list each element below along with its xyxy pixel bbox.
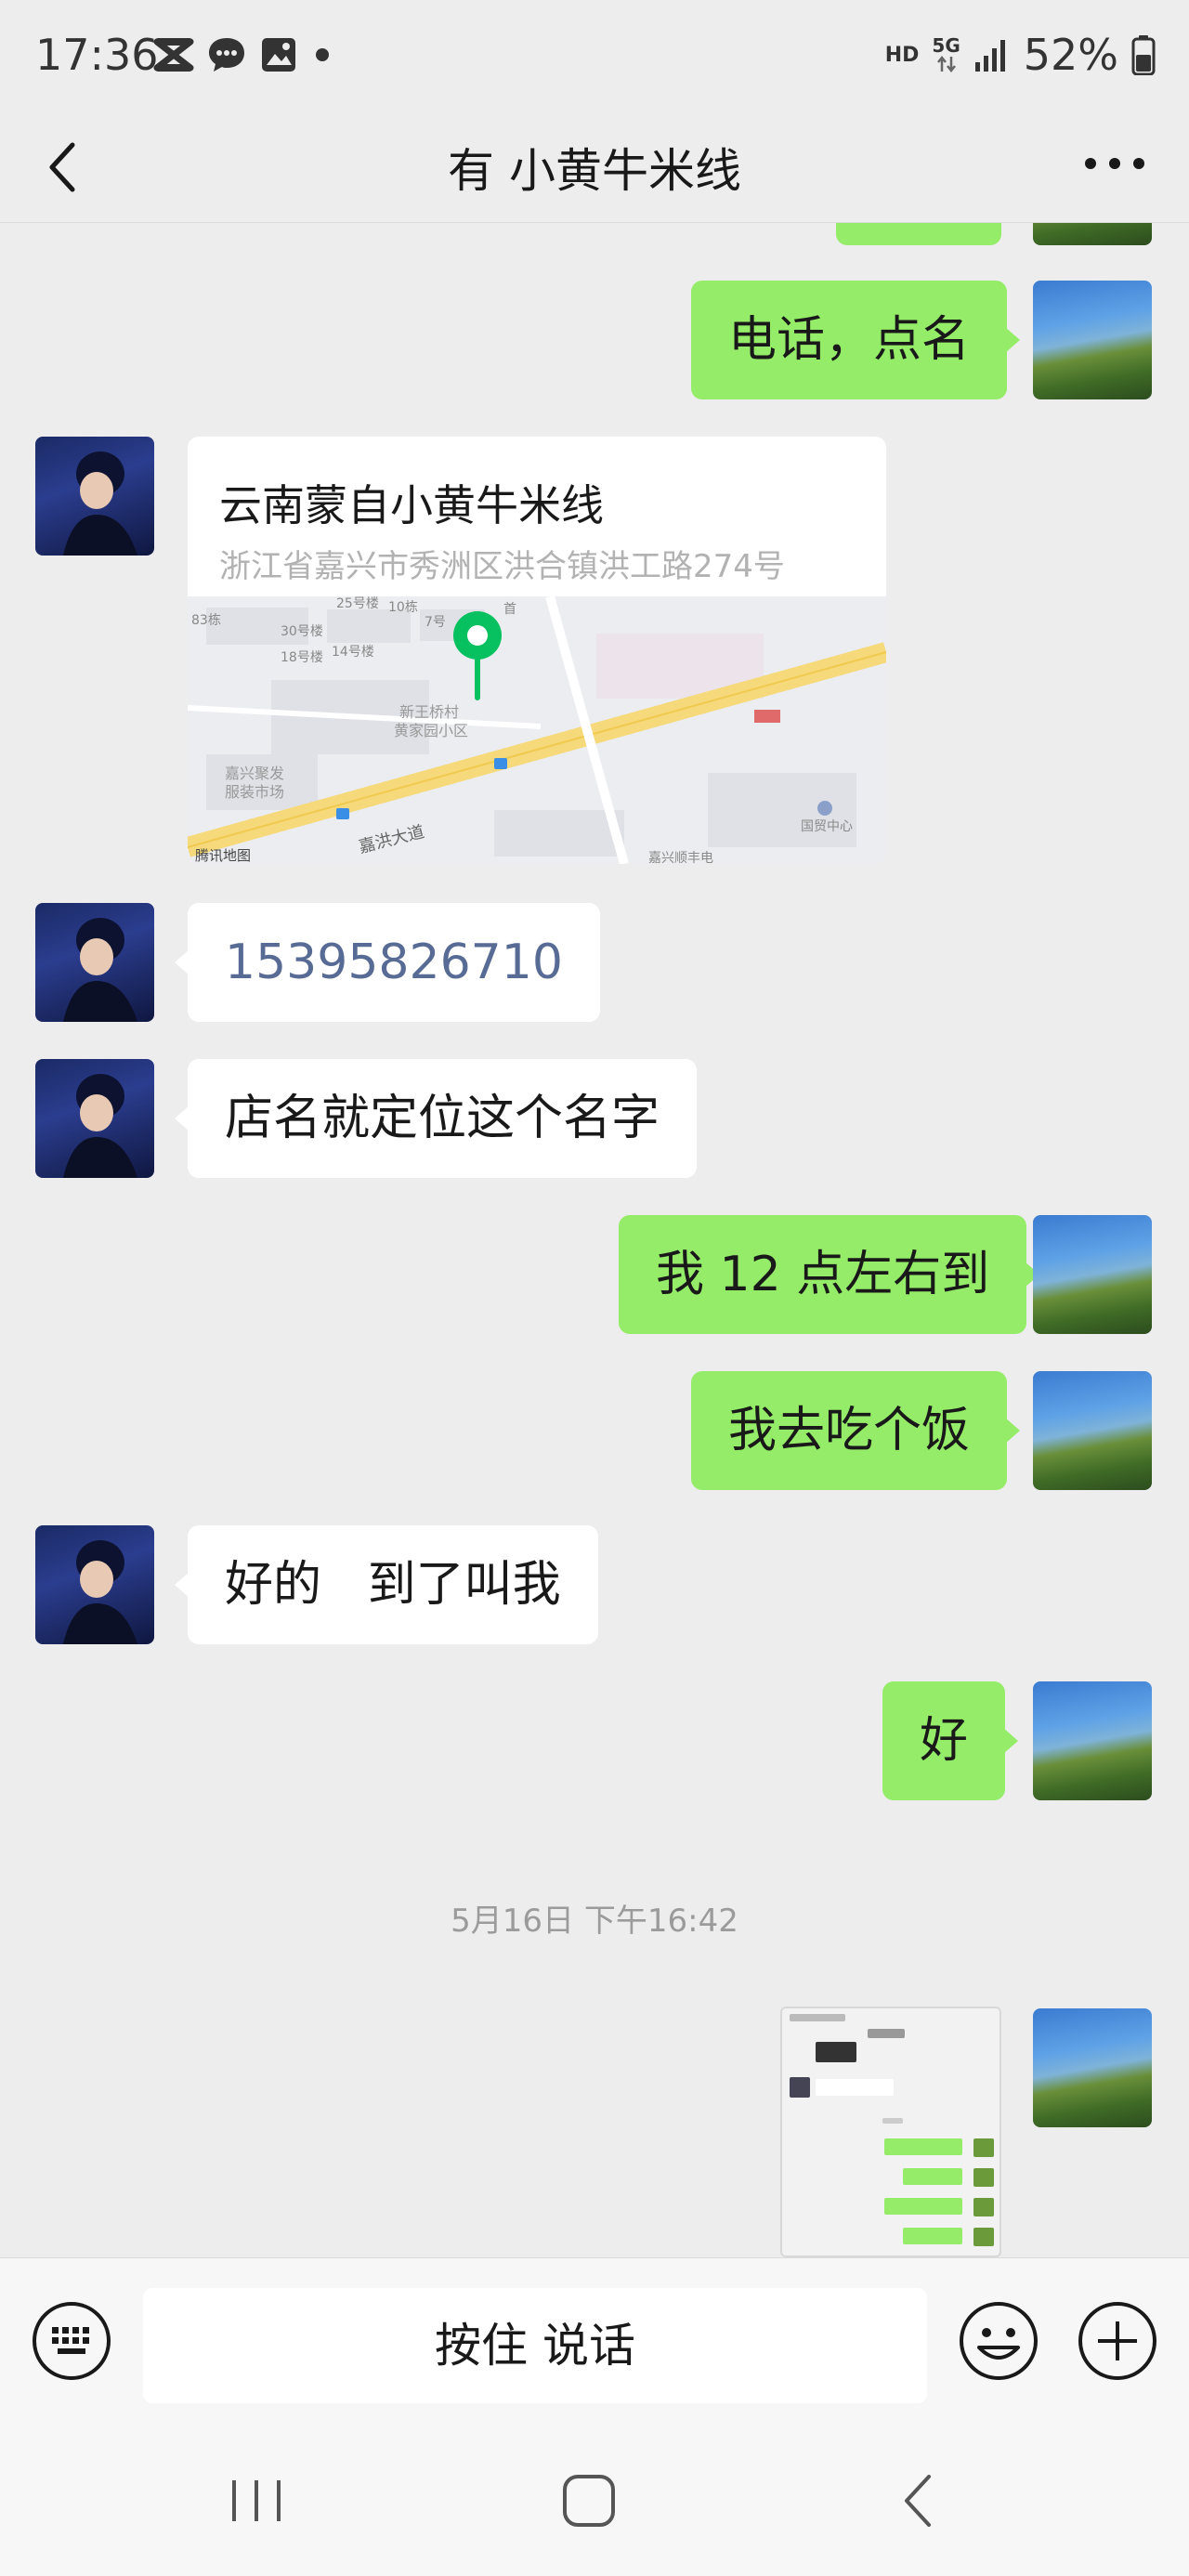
battery-icon: [1131, 35, 1156, 75]
chat-header: 有 小黄牛米线: [0, 111, 1189, 223]
map-label: 国贸中心: [801, 819, 853, 834]
map-label: 18号楼: [281, 650, 323, 665]
message-bubble-partial[interactable]: [836, 223, 1001, 245]
location-address: 浙江省嘉兴市秀洲区洪合镇洪工路274号: [219, 548, 785, 585]
contact-avatar[interactable]: [35, 1059, 154, 1178]
chat-bubble-icon: [209, 38, 244, 72]
battery-percent: 52%: [1023, 30, 1118, 80]
location-title: 云南蒙自小黄牛米线: [219, 480, 604, 530]
hd-indicator: HD: [884, 43, 920, 67]
map-label: 嘉兴聚发: [225, 765, 284, 782]
data-arrows-icon: [936, 55, 956, 73]
map-label: 83栋: [191, 612, 221, 628]
phone-number-link[interactable]: 15395826710: [225, 935, 563, 990]
status-bar: 17:36 HD 5G 52%: [0, 0, 1189, 111]
more-dots-icon[interactable]: [1078, 136, 1152, 191]
status-notification-icons: [153, 35, 333, 74]
system-navigation-bar: [0, 2425, 1189, 2576]
capcut-icon: [153, 38, 194, 72]
location-message-card[interactable]: 云南蒙自小黄牛米线 浙江省嘉兴市秀洲区洪合镇洪工路274号 25号楼 10栋 3…: [188, 437, 886, 864]
back-nav-icon[interactable]: [884, 2471, 959, 2530]
message-bubble-self[interactable]: 我 12 点左右到: [619, 1215, 1040, 1334]
chat-message-list[interactable]: 电话，点名 云南蒙自小黄牛米线 浙江省嘉兴市秀洲区洪合镇洪工路274号 25号楼…: [0, 223, 1189, 2257]
gallery-icon: [262, 38, 295, 72]
status-time: 17:36: [35, 30, 159, 80]
keyboard-icon[interactable]: [30, 2299, 113, 2383]
contact-avatar[interactable]: [35, 903, 154, 1022]
map-label: 30号楼: [281, 624, 323, 639]
self-avatar[interactable]: [1033, 281, 1152, 399]
home-icon[interactable]: [552, 2471, 626, 2530]
map-label: 嘉兴顺丰电: [648, 851, 713, 864]
message-bubble-phone-number[interactable]: 15395826710: [175, 903, 600, 1022]
self-avatar[interactable]: [1033, 1215, 1152, 1334]
network-type-indicator: 5G: [932, 36, 960, 73]
self-avatar[interactable]: [1033, 2008, 1152, 2127]
message-bubble-self[interactable]: 电话，点名: [691, 281, 1021, 399]
map-label: 黄家园小区: [394, 722, 468, 739]
signal-icon: [974, 40, 1005, 72]
message-timestamp: 5月16日 下午16:42: [451, 1903, 738, 1940]
chat-input-bar: 按住 说话: [0, 2257, 1189, 2425]
map-label: 服装市场: [225, 783, 284, 801]
self-avatar[interactable]: [1033, 1371, 1152, 1490]
map-label: 新王桥村: [399, 703, 459, 721]
emoji-icon[interactable]: [957, 2299, 1040, 2383]
status-right: HD 5G 52%: [885, 30, 1156, 80]
chat-title: 有 小黄牛米线: [448, 144, 741, 198]
map-brand-label: 腾讯地图: [195, 847, 251, 864]
message-bubble-other[interactable]: 好的 到了叫我: [175, 1525, 598, 1644]
map-label: 25号楼: [336, 596, 379, 611]
message-bubble-self[interactable]: 好: [882, 1681, 1019, 1800]
dot-icon: [316, 48, 329, 61]
contact-avatar[interactable]: [35, 1525, 154, 1644]
contact-avatar[interactable]: [35, 437, 154, 556]
map-label: 首: [503, 602, 516, 617]
plus-icon[interactable]: [1076, 2299, 1159, 2383]
hold-to-talk-button[interactable]: 按住 说话: [143, 2288, 927, 2403]
location-map-preview[interactable]: 25号楼 10栋 30号楼 7号 18号楼 14号楼 83栋 新王桥村 黄家园小…: [188, 595, 886, 864]
message-bubble-other[interactable]: 店名就定位这个名字: [174, 1059, 698, 1178]
recent-apps-icon[interactable]: [219, 2471, 294, 2530]
map-label: 14号楼: [332, 645, 374, 660]
image-message-thumbnail[interactable]: [780, 2007, 1001, 2257]
map-label: 10栋: [388, 599, 418, 615]
self-avatar[interactable]: [1033, 1681, 1152, 1800]
message-bubble-self[interactable]: 我去吃个饭: [691, 1371, 1021, 1490]
map-label: 7号: [425, 615, 446, 630]
self-avatar[interactable]: [1033, 223, 1152, 245]
